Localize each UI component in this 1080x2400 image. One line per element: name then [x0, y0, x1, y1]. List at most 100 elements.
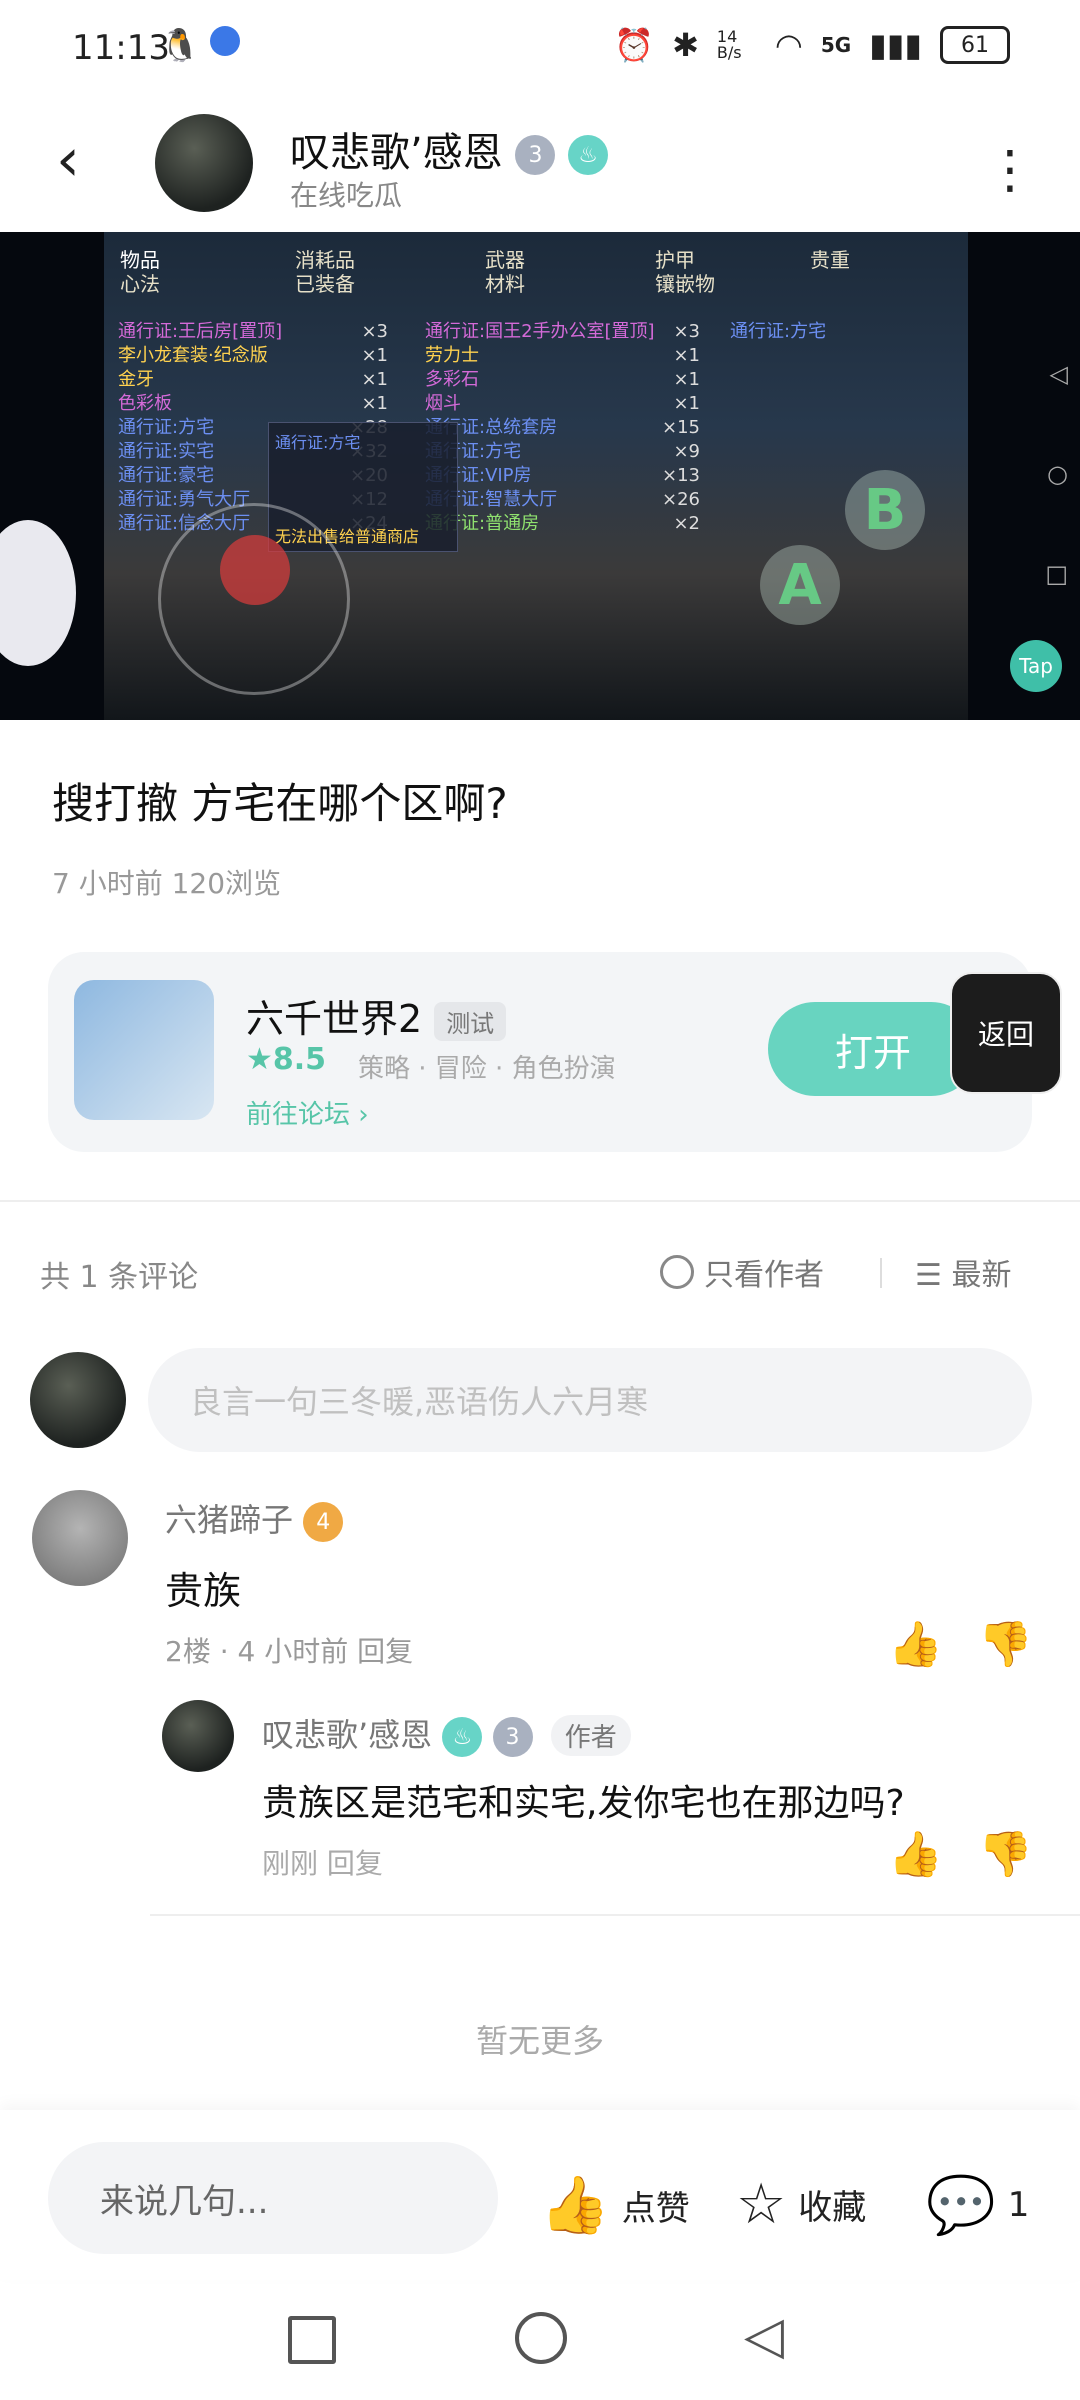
like-button[interactable]: 👍 点赞 [540, 2172, 690, 2238]
bluetooth-icon: ✱ [672, 26, 699, 64]
divider [150, 1914, 1080, 1916]
inventory-item-count: ×3 [673, 321, 700, 342]
commenter-avatar[interactable] [32, 1490, 128, 1586]
android-home-icon: ○ [1047, 460, 1068, 488]
inventory-item: 通行证:方宅 ×9 [425, 440, 700, 464]
sort-button[interactable]: ☰ 最新 [915, 1250, 1011, 1294]
game-card[interactable]: 六千世界2 测试 ★8.5 策略 · 冒险 · 角色扮演 前往论坛 › 打开 [48, 952, 1032, 1152]
inventory-item-name: 多彩石 [425, 369, 479, 390]
inventory-item-name: 通行证:王后房[置顶] [118, 321, 283, 342]
wifi-icon: ◠ [774, 26, 803, 64]
author-avatar[interactable] [155, 114, 253, 212]
inventory-item: 通行证:国王2手办公室[置顶] ×3 [425, 320, 700, 344]
inventory-item: 通行证:VIP房 ×13 [425, 464, 700, 488]
comment-text: 贵族 [165, 1569, 242, 1613]
net-speed: 14 B/s [716, 27, 742, 62]
thumbs-up-icon[interactable]: 👍 [888, 1828, 943, 1880]
radio-icon [660, 1255, 694, 1289]
inventory-column: 通行证:国王2手办公室[置顶] ×3 劳力士 ×1 多彩石 ×1 烟斗 ×1 通行证:总统套房 ×… [425, 320, 700, 536]
inventory-tab: 已装备 [295, 272, 355, 296]
more-options-icon[interactable]: ⋮ [984, 140, 1036, 200]
inventory-item-name: 色彩板 [118, 393, 172, 414]
inventory-item-name: 通行证:方宅 [118, 417, 215, 438]
divider [0, 1200, 1080, 1202]
inventory-item-name: 金牙 [118, 369, 154, 390]
inventory-item-count: ×1 [361, 369, 388, 390]
inventory-tab: 材料 [485, 272, 525, 296]
comment-count-badge: 1 [1007, 2185, 1030, 2225]
like-label: 点赞 [621, 2188, 690, 2229]
signal-icon: ▮▮▮ [869, 26, 922, 64]
inventory-item: 通行证:总统套房 ×15 [425, 416, 700, 440]
no-more-text: 暂无更多 [475, 2022, 604, 2060]
inventory-item-name: 李小龙套装·纪念版 [118, 345, 268, 366]
tooltip-title: 通行证:方宅 [275, 433, 361, 452]
forum-link[interactable]: 前往论坛 › [246, 1094, 369, 1131]
comment-button[interactable]: 💬 1 [926, 2172, 1029, 2238]
post-title: 搜打撤 方宅在哪个区啊? [52, 779, 508, 828]
back-nav-icon[interactable]: ◁ [744, 2310, 784, 2362]
tap-logo: Tap [1010, 640, 1062, 692]
thumbs-up-icon: 👍 [540, 2173, 610, 2238]
inventory-item-count: ×1 [361, 345, 388, 366]
comment-count: 共 1 条评论 [40, 1260, 199, 1295]
flame-badge-icon: ♨ [568, 135, 609, 175]
inventory-item-name: 烟斗 [425, 393, 461, 414]
thumbs-down-icon[interactable]: 👎 [978, 1618, 1033, 1670]
network-type: 5G [820, 33, 852, 57]
inventory-item: 通行证:智慧大厅 ×26 [425, 488, 700, 512]
reply-meta[interactable]: 刚刚 回复 [262, 1842, 383, 1882]
qq-icon: 🐧 [160, 26, 200, 64]
sort-icon: ☰ [915, 1258, 942, 1293]
battery-level: 61 [961, 32, 989, 58]
inventory-item: 金牙 ×1 [118, 368, 388, 392]
back-icon[interactable]: ‹ [56, 130, 80, 190]
game-genre: 策略 · 冒险 · 角色扮演 [358, 1054, 616, 1084]
favorite-label: 收藏 [798, 2188, 867, 2228]
author-name[interactable]: 叹悲歌’感恩 [290, 130, 503, 176]
comment-meta[interactable]: 2楼 · 4 小时前 回复 [165, 1630, 413, 1670]
inventory-item-name: 通行证:国王2手办公室[置顶] [425, 321, 655, 342]
inventory-tab: 镶嵌物 [655, 272, 715, 296]
inventory-item-count: ×2 [673, 513, 700, 534]
open-game-button[interactable]: 打开 [768, 1002, 978, 1096]
game-icon [74, 980, 214, 1120]
joystick-thumb [220, 535, 290, 605]
bottom-bar: 来说几句... 👍 点赞 ☆ 收藏 💬 1 [0, 2110, 1080, 2280]
inventory-item: 色彩板 ×1 [118, 392, 388, 416]
my-avatar [30, 1352, 126, 1448]
inventory-item-count: ×1 [361, 393, 388, 414]
thumbs-up-icon[interactable]: 👍 [888, 1618, 943, 1670]
inventory-item: 多彩石 ×1 [425, 368, 700, 392]
level-number: 4 [316, 1509, 331, 1535]
inventory-item-count: ×1 [673, 393, 700, 414]
star-icon: ☆ [736, 2172, 787, 2237]
status-bar: 11:13 🐧 ⏰ ✱ 14 B/s ◠ 5G ▮▮▮ 61 [0, 0, 1080, 100]
level-number: 3 [528, 142, 543, 168]
post-image[interactable]: 物品 消耗品 武器 护甲 贵重 心法 已装备 材料 镶嵌物 通行证:王后房[置顶… [0, 232, 1080, 720]
comment-icon: 💬 [926, 2173, 996, 2238]
battery-icon: 61 [940, 26, 1010, 64]
thumbs-down-icon[interactable]: 👎 [978, 1828, 1033, 1880]
reply-input[interactable]: 来说几句... [48, 2142, 498, 2254]
inventory-tabs: 物品 消耗品 武器 护甲 贵重 心法 已装备 材料 镶嵌物 [110, 240, 960, 296]
planet-icon [210, 26, 240, 56]
commenter-name[interactable]: 六猪蹄子 [165, 1501, 293, 1539]
inventory-item: 烟斗 ×1 [425, 392, 700, 416]
recent-apps-icon[interactable] [288, 2316, 336, 2364]
reply-name[interactable]: 叹悲歌’感恩 [262, 1716, 432, 1754]
author-only-label: 只看作者 [704, 1258, 824, 1293]
chat-bubble-icon[interactable] [0, 520, 76, 666]
reply-avatar[interactable] [162, 1700, 234, 1772]
favorite-button[interactable]: ☆ 收藏 [736, 2172, 866, 2237]
inventory-item-count: ×13 [662, 465, 700, 486]
post-meta: 7 小时前 120浏览 [52, 867, 282, 900]
home-icon[interactable] [515, 2312, 567, 2364]
floating-back-button[interactable]: 返回 [950, 972, 1062, 1094]
inventory-column: 通行证:方宅 [730, 320, 950, 344]
inventory-item: 劳力士 ×1 [425, 344, 700, 368]
inventory-item-name: 通行证:方宅 [730, 321, 827, 342]
author-only-toggle[interactable]: 只看作者 [660, 1250, 824, 1294]
comment-input[interactable]: 良言一句三冬暖,恶语伤人六月寒 [148, 1348, 1032, 1452]
system-nav: ◁ [0, 2280, 1080, 2400]
